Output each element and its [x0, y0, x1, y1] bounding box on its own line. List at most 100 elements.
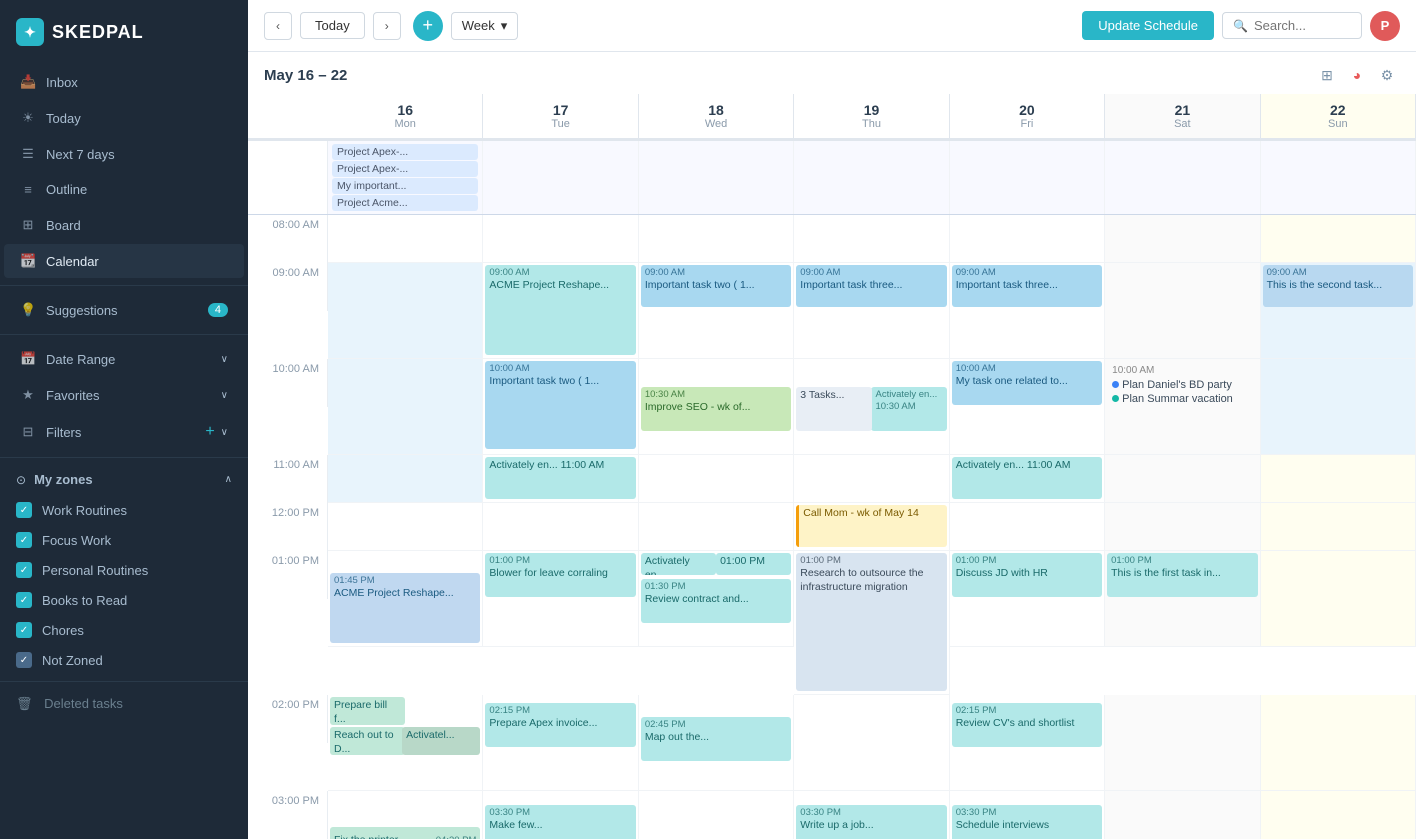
cell-wed-12pm[interactable]	[639, 503, 794, 551]
event-tue-330[interactable]: 03:30 PM Make few...	[485, 805, 635, 839]
cell-thu-3pm[interactable]: 03:30 PM Write up a job...	[794, 791, 949, 839]
cell-tue-1pm[interactable]: 01:00 PM Blower for leave corraling	[483, 551, 638, 647]
filters-add-icon[interactable]: +	[205, 423, 214, 441]
cell-sat-12pm[interactable]	[1105, 503, 1260, 551]
event-mon-fix[interactable]: Fix the printer 04:30 PM	[330, 827, 480, 839]
suggestions-item[interactable]: 💡 Suggestions 4	[4, 293, 244, 327]
event-thu-330[interactable]: 03:30 PM Write up a job...	[796, 805, 946, 839]
cell-mon-1pm[interactable]: 01:45 PM ACME Project Reshape...	[328, 551, 483, 647]
cell-sat-9am[interactable]	[1105, 263, 1260, 359]
cell-thu-12pm[interactable]: Call Mom - wk of May 14	[794, 503, 949, 551]
cell-sun-9am[interactable]: 09:00 AM This is the second task...	[1261, 263, 1416, 359]
event-tue-1pm[interactable]: 01:00 PM Blower for leave corraling	[485, 553, 635, 597]
cell-fri-11am[interactable]: Activately en... 11:00 AM	[950, 455, 1105, 503]
event-mon-reach[interactable]: Reach out to D...	[330, 727, 405, 755]
cell-fri-3pm[interactable]: 03:30 PM Schedule interviews	[950, 791, 1105, 839]
cell-mon-11am[interactable]	[328, 455, 483, 503]
event-thu-1030[interactable]: Activately en... 10:30 AM	[871, 387, 946, 431]
chart-view-button[interactable]: ◕	[1344, 62, 1370, 88]
cell-fri-12pm[interactable]	[950, 503, 1105, 551]
event-sun-9am[interactable]: 09:00 AM This is the second task...	[1263, 265, 1413, 307]
search-input[interactable]	[1254, 18, 1351, 33]
avatar[interactable]: P	[1370, 11, 1400, 41]
today-button[interactable]: Today	[300, 12, 365, 39]
cell-sat-1pm[interactable]: 01:00 PM This is the first task in...	[1105, 551, 1260, 647]
settings-view-button[interactable]: ⚙	[1374, 62, 1400, 88]
cell-sun-12pm[interactable]	[1261, 503, 1416, 551]
allday-event[interactable]: Project Acme...	[332, 195, 478, 211]
event-wed-1pm[interactable]: Activately en...	[641, 553, 716, 575]
cell-sun-11am[interactable]	[1261, 455, 1416, 503]
cell-sun-1pm[interactable]	[1261, 551, 1416, 647]
cell-sun-2pm[interactable]	[1261, 695, 1416, 791]
cell-wed-1pm[interactable]: Activately en... 01:00 PM 01:30 PM Revie…	[639, 551, 794, 647]
event-wed-130[interactable]: 01:30 PM Review contract and...	[641, 579, 791, 623]
add-task-button[interactable]: +	[413, 11, 443, 41]
favorites-item[interactable]: ★ Favorites ∨	[4, 378, 244, 412]
event-fri-215[interactable]: 02:15 PM Review CV's and shortlist	[952, 703, 1102, 747]
cell-tue-3pm[interactable]: 03:30 PM Make few...	[483, 791, 638, 839]
date-range-item[interactable]: 📅 Date Range ∨	[4, 342, 244, 376]
event-wed-1030[interactable]: 10:30 AM Improve SEO - wk of...	[641, 387, 791, 431]
event-tue-11am[interactable]: Activately en... 11:00 AM	[485, 457, 635, 499]
event-fri-11am[interactable]: Activately en... 11:00 AM	[952, 457, 1102, 499]
cell-fri-2pm[interactable]: 02:15 PM Review CV's and shortlist	[950, 695, 1105, 791]
cell-mon-8am[interactable]	[328, 215, 483, 263]
event-sat-1pm[interactable]: 01:00 PM This is the first task in...	[1107, 553, 1257, 597]
cell-mon-3pm[interactable]: Fix the printer 04:30 PM	[328, 791, 483, 839]
zone-books-to-read-checkbox[interactable]: ✓	[16, 592, 32, 608]
nav-today[interactable]: ☀ Today	[4, 101, 244, 135]
columns-view-button[interactable]: ⊞	[1314, 62, 1340, 88]
event-tue-215[interactable]: 02:15 PM Prepare Apex invoice...	[485, 703, 635, 747]
zone-focus-work[interactable]: ✓ Focus Work	[0, 525, 248, 555]
cell-tue-8am[interactable]	[483, 215, 638, 263]
zone-personal-routines[interactable]: ✓ Personal Routines	[0, 555, 248, 585]
zone-chores[interactable]: ✓ Chores	[0, 615, 248, 645]
event-fri-10am[interactable]: 10:00 AM My task one related to...	[952, 361, 1102, 405]
cell-tue-2pm[interactable]: 02:15 PM Prepare Apex invoice...	[483, 695, 638, 791]
cell-wed-10am[interactable]: 10:30 AM Improve SEO - wk of...	[639, 359, 794, 455]
cell-thu-10am[interactable]: Activately en... 10:30 AM 3 Tasks...	[794, 359, 949, 455]
event-tue-9am[interactable]: 09:00 AM ACME Project Reshape...	[485, 265, 635, 355]
cell-thu-2pm[interactable]	[794, 695, 949, 791]
cell-fri-9am[interactable]: 09:00 AM Important task three...	[950, 263, 1105, 359]
event-thu-1pm[interactable]: 01:00 PM Research to outsource the infra…	[796, 553, 946, 691]
cell-tue-10am[interactable]: 10:00 AM Important task two ( 1...	[483, 359, 638, 455]
cell-tue-9am[interactable]: 09:00 AM ACME Project Reshape...	[483, 263, 638, 359]
event-wed-9am[interactable]: 09:00 AM Important task two ( 1...	[641, 265, 791, 307]
allday-event[interactable]: Project Apex-...	[332, 144, 478, 160]
cell-fri-1pm[interactable]: 01:00 PM Discuss JD with HR	[950, 551, 1105, 647]
cell-wed-9am[interactable]: 09:00 AM Important task two ( 1...	[639, 263, 794, 359]
cell-sun-8am[interactable]	[1261, 215, 1416, 263]
cell-mon-10am[interactable]	[328, 359, 483, 455]
cell-wed-11am[interactable]	[639, 455, 794, 503]
prev-week-button[interactable]: ‹	[264, 12, 292, 40]
zone-chores-checkbox[interactable]: ✓	[16, 622, 32, 638]
zone-not-zoned-checkbox[interactable]: ✓	[16, 652, 32, 668]
zone-not-zoned[interactable]: ✓ Not Zoned	[0, 645, 248, 675]
event-mon-activatel[interactable]: Activatel...	[402, 727, 480, 755]
nav-calendar[interactable]: 📆 Calendar	[4, 244, 244, 278]
cell-mon-2pm[interactable]: Prepare bill f... Reach out to D... Acti…	[328, 695, 483, 791]
cell-sat-2pm[interactable]	[1105, 695, 1260, 791]
event-thu-callmom[interactable]: Call Mom - wk of May 14	[796, 505, 946, 547]
cell-sun-10am[interactable]	[1261, 359, 1416, 455]
zone-personal-routines-checkbox[interactable]: ✓	[16, 562, 32, 578]
my-zones-header[interactable]: ⊙ My zones ∧	[0, 464, 248, 495]
cell-tue-11am[interactable]: Activately en... 11:00 AM	[483, 455, 638, 503]
event-wed-245[interactable]: 02:45 PM Map out the...	[641, 717, 791, 761]
cell-thu-9am[interactable]: 09:00 AM Important task three...	[794, 263, 949, 359]
deleted-tasks-item[interactable]: 🗑 Deleted tasks	[0, 688, 248, 720]
cell-mon-12pm[interactable]	[328, 503, 483, 551]
event-mon-prepare[interactable]: Prepare bill f...	[330, 697, 405, 725]
allday-event[interactable]: My important...	[332, 178, 478, 194]
event-thu-tasks[interactable]: 3 Tasks...	[796, 387, 871, 431]
update-schedule-button[interactable]: Update Schedule	[1082, 11, 1214, 40]
event-wed-1pm-right[interactable]: 01:00 PM	[716, 553, 791, 575]
event-tue-10am[interactable]: 10:00 AM Important task two ( 1...	[485, 361, 635, 449]
cell-fri-10am[interactable]: 10:00 AM My task one related to...	[950, 359, 1105, 455]
zone-books-to-read[interactable]: ✓ Books to Read	[0, 585, 248, 615]
cell-sat-11am[interactable]	[1105, 455, 1260, 503]
cell-thu-1pm[interactable]: 01:00 PM Research to outsource the infra…	[794, 551, 949, 695]
zone-work-routines-checkbox[interactable]: ✓	[16, 502, 32, 518]
